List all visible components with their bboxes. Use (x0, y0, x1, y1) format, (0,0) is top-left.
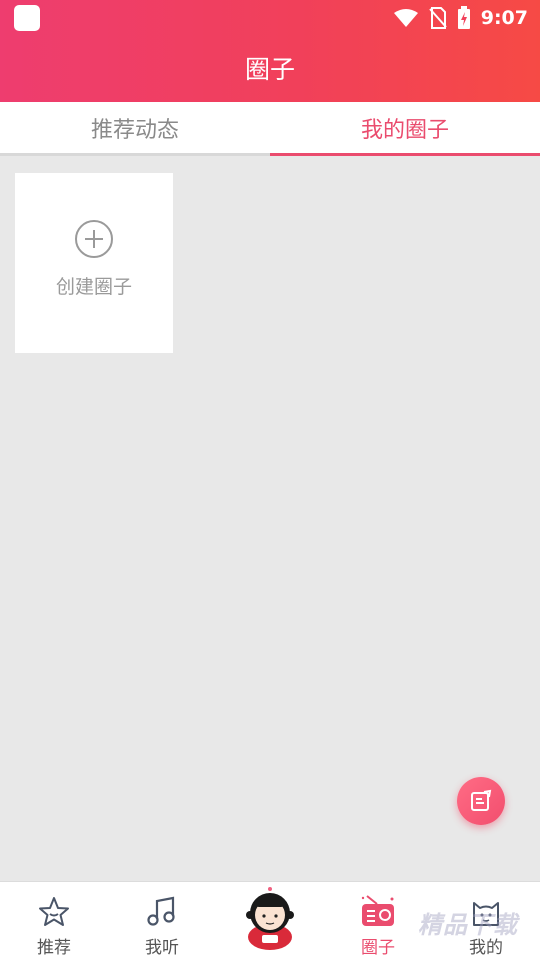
tab-my-circles[interactable]: 我的圈子 (270, 102, 540, 156)
nav-item-center[interactable] (216, 882, 324, 960)
create-circle-label: 创建圈子 (55, 275, 132, 298)
plus-circle-icon (75, 219, 113, 258)
radio-icon (358, 892, 398, 932)
nav-label-circle: 圈子 (361, 938, 395, 958)
music-note-icon (142, 892, 182, 932)
nav-label-recommend: 推荐 (37, 938, 71, 958)
app-header: 9:07 圈子 (0, 0, 540, 102)
no-sim-icon (428, 7, 447, 29)
page-title: 圈子 (244, 55, 295, 84)
nav-item-listen[interactable]: 我听 (108, 882, 216, 960)
status-bar: 9:07 (0, 0, 540, 36)
watermark: 精品下载 (418, 911, 518, 939)
edit-note-icon (471, 789, 492, 811)
compose-post-button[interactable] (457, 777, 505, 825)
mascot-avatar-icon (246, 887, 294, 950)
tab-bar: 推荐动态 我的圈子 (0, 102, 540, 156)
nav-item-circle[interactable]: 圈子 (324, 882, 432, 960)
create-circle-card[interactable]: 创建圈子 (15, 173, 173, 353)
star-icon (34, 892, 74, 932)
status-icons: 9:07 (393, 4, 528, 32)
wifi-icon (393, 9, 418, 27)
notification-icon (14, 5, 40, 31)
battery-charging-icon (457, 6, 470, 29)
tab-recommended-feed[interactable]: 推荐动态 (0, 102, 270, 153)
status-time: 9:07 (480, 7, 528, 29)
nav-label-listen: 我听 (145, 938, 179, 958)
nav-item-recommend[interactable]: 推荐 (0, 882, 108, 960)
